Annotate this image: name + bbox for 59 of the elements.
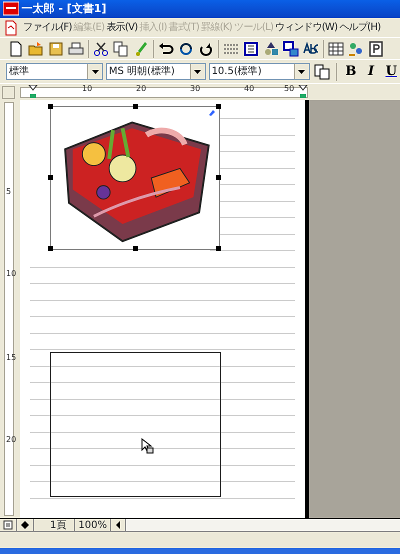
- ruler-number: 30: [190, 83, 200, 95]
- app-logo-icon: [2, 1, 19, 17]
- menu-item[interactable]: ファイル(F): [22, 20, 73, 35]
- ruler-number: 20: [6, 434, 16, 446]
- font-size-dropdown[interactable]: 10.5(標準): [208, 63, 310, 80]
- scissors-icon[interactable]: [93, 40, 109, 56]
- spellcheck-icon[interactable]: [303, 40, 319, 56]
- underline-button[interactable]: U: [382, 62, 400, 80]
- horizontal-scrollbar[interactable]: [126, 519, 400, 531]
- indent-marker-icon[interactable]: [28, 85, 38, 99]
- copy-icon[interactable]: [113, 40, 129, 56]
- repeat-icon[interactable]: [198, 40, 214, 56]
- mouse-cursor-icon[interactable]: [141, 438, 154, 454]
- print-icon[interactable]: [68, 40, 84, 56]
- dropdown-caret-icon[interactable]: [90, 68, 100, 76]
- dropdown-caret-icon[interactable]: [297, 68, 306, 76]
- ruler-number: 40: [244, 83, 254, 95]
- zoom-level[interactable]: 100%: [75, 519, 111, 531]
- table-icon[interactable]: [328, 40, 344, 56]
- document-icon[interactable]: [3, 20, 19, 36]
- style-dropdown[interactable]: 標準: [6, 63, 104, 80]
- diamond-icon[interactable]: [20, 520, 30, 530]
- selection-handle[interactable]: [133, 104, 138, 109]
- ruler-number: 20: [136, 83, 146, 95]
- ruler-number: 50: [284, 83, 294, 95]
- open-folder-icon[interactable]: [28, 40, 44, 56]
- menu-item[interactable]: ヘルプ(H): [338, 20, 382, 35]
- image-frame-icon[interactable]: [283, 40, 299, 56]
- menu-item[interactable]: 表示(V): [105, 20, 138, 35]
- page-box-icon[interactable]: [368, 40, 384, 56]
- font-dropdown[interactable]: MS 明朝(標準): [106, 63, 206, 80]
- indent-marker-icon[interactable]: [298, 85, 308, 99]
- ruler-number: 10: [82, 83, 92, 95]
- menu-item[interactable]: ウィンドウ(W): [274, 20, 338, 35]
- undo-icon[interactable]: [158, 40, 174, 56]
- window-title: 一太郎 - [文書1]: [22, 0, 106, 17]
- italic-button[interactable]: I: [362, 62, 380, 80]
- save-icon[interactable]: [48, 40, 64, 56]
- view-mode-icon[interactable]: [3, 520, 13, 530]
- page-layout-icon[interactable]: [314, 64, 330, 80]
- selection-handle[interactable]: [216, 175, 221, 180]
- selection-handle[interactable]: [216, 104, 221, 109]
- text-frame[interactable]: [50, 352, 221, 497]
- shapes-icon[interactable]: [263, 40, 279, 56]
- dropdown-caret-icon[interactable]: [193, 68, 202, 76]
- ruler-number: 15: [6, 352, 16, 364]
- selection-handle[interactable]: [48, 104, 53, 109]
- selection-handle[interactable]: [48, 175, 53, 180]
- frame-icon[interactable]: [243, 40, 259, 56]
- scroll-left-icon[interactable]: [114, 520, 122, 530]
- new-document-icon[interactable]: [8, 40, 24, 56]
- page-number: 1頁: [34, 519, 76, 531]
- selection-handle[interactable]: [133, 246, 138, 251]
- selection-handle[interactable]: [48, 246, 53, 251]
- ruler-corner-box: [2, 86, 15, 99]
- selection-handle[interactable]: [216, 246, 221, 251]
- bold-button[interactable]: B: [342, 62, 360, 80]
- ruler-number: 10: [6, 268, 16, 280]
- ruler-number: 5: [6, 186, 12, 198]
